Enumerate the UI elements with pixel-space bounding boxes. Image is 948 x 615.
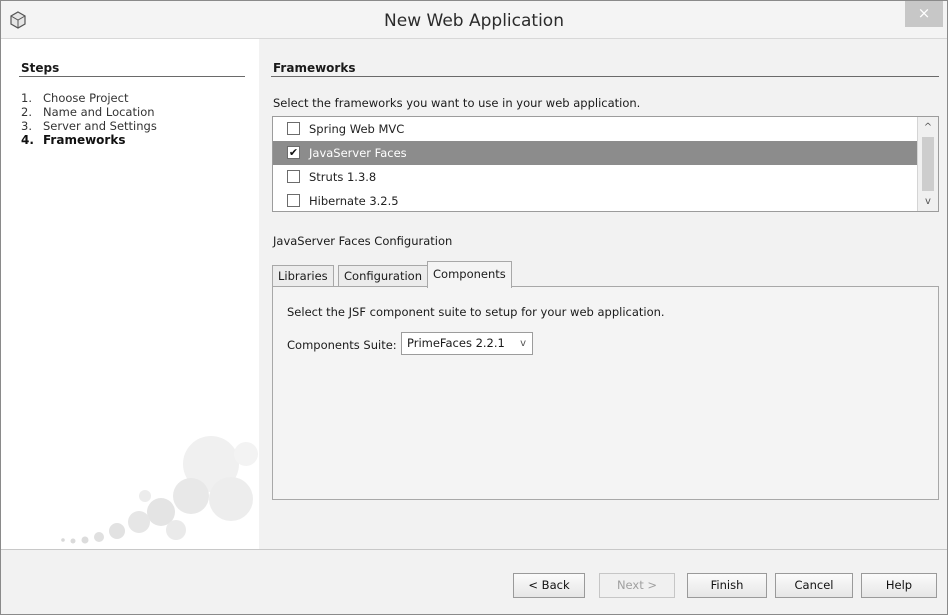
- window-title: New Web Application: [384, 11, 564, 31]
- components-tab-panel: Select the JSF component suite to setup …: [272, 286, 939, 500]
- chevron-down-icon: v: [520, 338, 526, 349]
- next-button[interactable]: Next >: [599, 573, 675, 598]
- components-suite-label: Components Suite:: [287, 338, 397, 352]
- framework-label: Struts 1.3.8: [309, 170, 377, 184]
- scroll-thumb[interactable]: [922, 137, 934, 191]
- framework-label: Spring Web MVC: [309, 122, 405, 136]
- framework-checkbox[interactable]: ✔: [287, 146, 300, 159]
- components-description: Select the JSF component suite to setup …: [287, 305, 665, 319]
- tab-configuration[interactable]: Configuration: [338, 265, 428, 287]
- jsf-configuration-title: JavaServer Faces Configuration: [273, 234, 453, 248]
- step-number: 4.: [21, 133, 34, 147]
- scroll-up-icon[interactable]: ^: [918, 119, 938, 137]
- frameworks-instruction: Select the frameworks you want to use in…: [273, 96, 641, 110]
- step-number: 1.: [21, 91, 32, 105]
- steps-panel: Steps 1. Choose Project 2. Name and Locati…: [1, 39, 259, 549]
- checkmark-icon: ✔: [288, 146, 299, 159]
- finish-button[interactable]: Finish: [687, 573, 767, 598]
- step-label: Choose Project: [43, 91, 129, 105]
- bubbles-decoration-icon: [61, 436, 258, 544]
- framework-checkbox[interactable]: [287, 122, 300, 135]
- new-web-application-dialog: New Web Application × Steps 1. Choose Pro…: [0, 0, 948, 615]
- components-suite-value: PrimeFaces 2.2.1: [407, 336, 505, 350]
- framework-checkbox[interactable]: [287, 170, 300, 183]
- button-bar: < Back Next > Finish Cancel Help: [1, 549, 947, 614]
- framework-row-struts[interactable]: Struts 1.3.8: [273, 165, 917, 189]
- step-number: 3.: [21, 119, 32, 133]
- step-item-frameworks: 4. Frameworks: [21, 133, 157, 147]
- step-list: 1. Choose Project 2. Name and Location 3. S…: [21, 91, 157, 147]
- frameworks-list: Spring Web MVC ✔ JavaServer Faces Struts…: [272, 116, 939, 212]
- frameworks-scrollbar[interactable]: ^ v: [917, 117, 938, 211]
- components-suite-select[interactable]: PrimeFaces 2.2.1 v: [401, 332, 533, 355]
- close-icon: ×: [917, 4, 931, 22]
- back-button[interactable]: < Back: [513, 573, 585, 598]
- framework-label: Hibernate 3.2.5: [309, 194, 399, 208]
- cancel-button[interactable]: Cancel: [775, 573, 853, 598]
- step-label: Frameworks: [43, 133, 126, 147]
- framework-row-spring-web-mvc[interactable]: Spring Web MVC: [273, 117, 917, 141]
- framework-row-javaserver-faces[interactable]: ✔ JavaServer Faces: [273, 141, 917, 165]
- step-item-name-and-location: 2. Name and Location: [21, 105, 157, 119]
- tab-libraries[interactable]: Libraries: [272, 265, 334, 287]
- frameworks-content: Frameworks Select the frameworks you wan…: [259, 39, 947, 549]
- title-bar: New Web Application ×: [1, 1, 947, 39]
- close-button[interactable]: ×: [905, 1, 943, 27]
- frameworks-divider: [271, 76, 939, 77]
- scroll-down-icon[interactable]: v: [918, 193, 938, 211]
- step-label: Server and Settings: [43, 119, 157, 133]
- steps-heading: Steps: [21, 61, 60, 75]
- framework-label: JavaServer Faces: [309, 146, 407, 160]
- step-item-choose-project: 1. Choose Project: [21, 91, 157, 105]
- step-label: Name and Location: [43, 105, 155, 119]
- framework-row-hibernate[interactable]: Hibernate 3.2.5: [273, 189, 917, 213]
- tab-components[interactable]: Components: [427, 261, 512, 288]
- framework-checkbox[interactable]: [287, 194, 300, 207]
- step-number: 2.: [21, 105, 32, 119]
- step-item-server-and-settings: 3. Server and Settings: [21, 119, 157, 133]
- frameworks-heading: Frameworks: [273, 61, 356, 75]
- help-button[interactable]: Help: [861, 573, 937, 598]
- steps-divider: [19, 76, 245, 77]
